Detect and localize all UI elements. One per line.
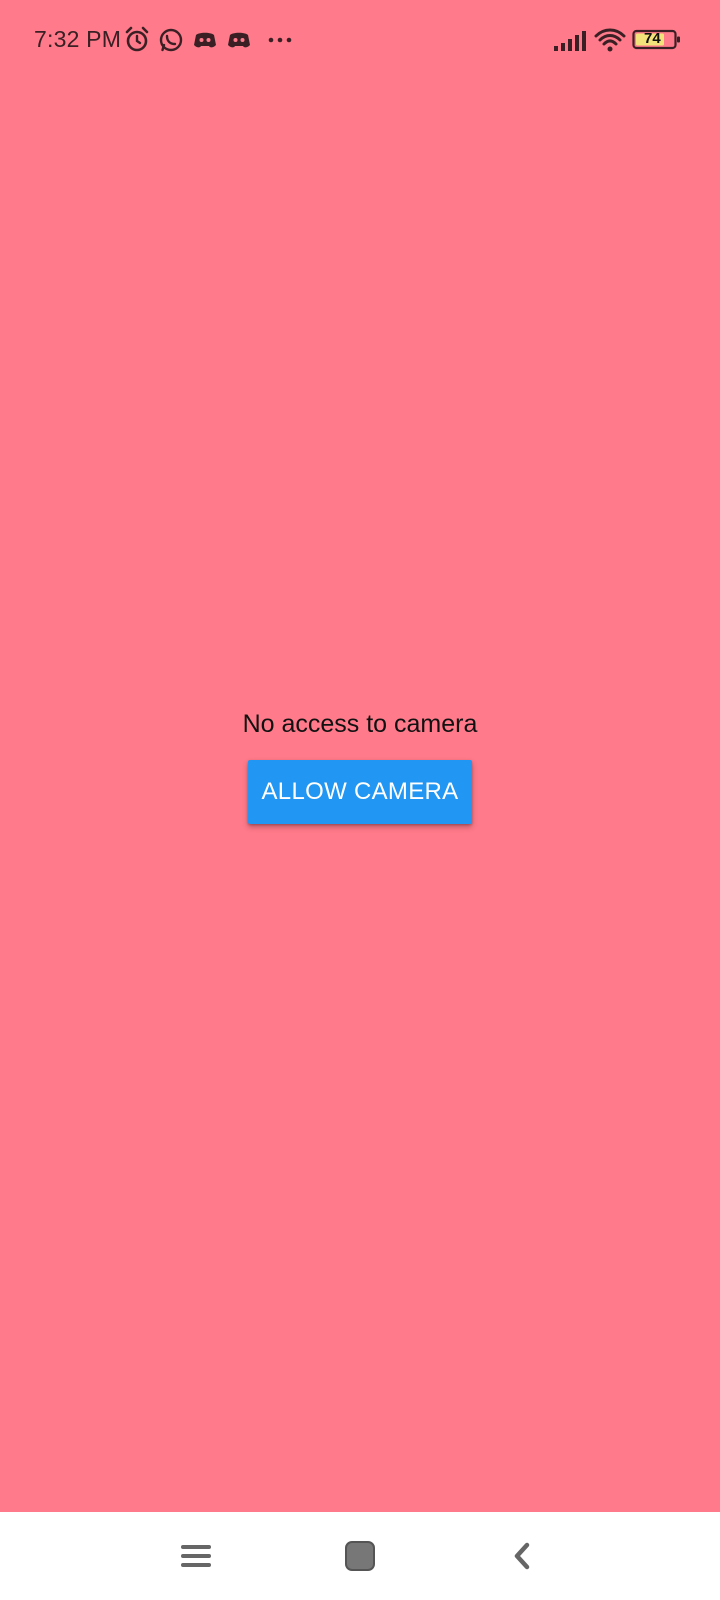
status-time: 7:32 PM [34, 26, 122, 52]
home-square-icon[interactable] [336, 1532, 384, 1580]
discord-icon [192, 26, 218, 54]
wifi-icon [594, 26, 626, 54]
battery-icon: 74 [632, 29, 682, 57]
allow-camera-button[interactable]: ALLOW CAMERA [248, 760, 472, 824]
status-bar: 7:32 PM 74 [0, 0, 720, 80]
back-chevron-icon[interactable] [498, 1532, 546, 1580]
app-screen: 7:32 PM 74 No access to camera ALLOW CAM… [0, 0, 720, 1512]
more-dots-icon [266, 26, 296, 54]
whatsapp-icon [158, 26, 184, 54]
alarm-icon [124, 26, 150, 54]
signal-bars-icon [553, 26, 587, 54]
navigation-bar [0, 1512, 720, 1600]
no-camera-access-message: No access to camera [242, 710, 478, 738]
battery-level: 74 [644, 30, 661, 47]
menu-icon[interactable] [172, 1532, 220, 1580]
discord-icon [226, 26, 252, 54]
